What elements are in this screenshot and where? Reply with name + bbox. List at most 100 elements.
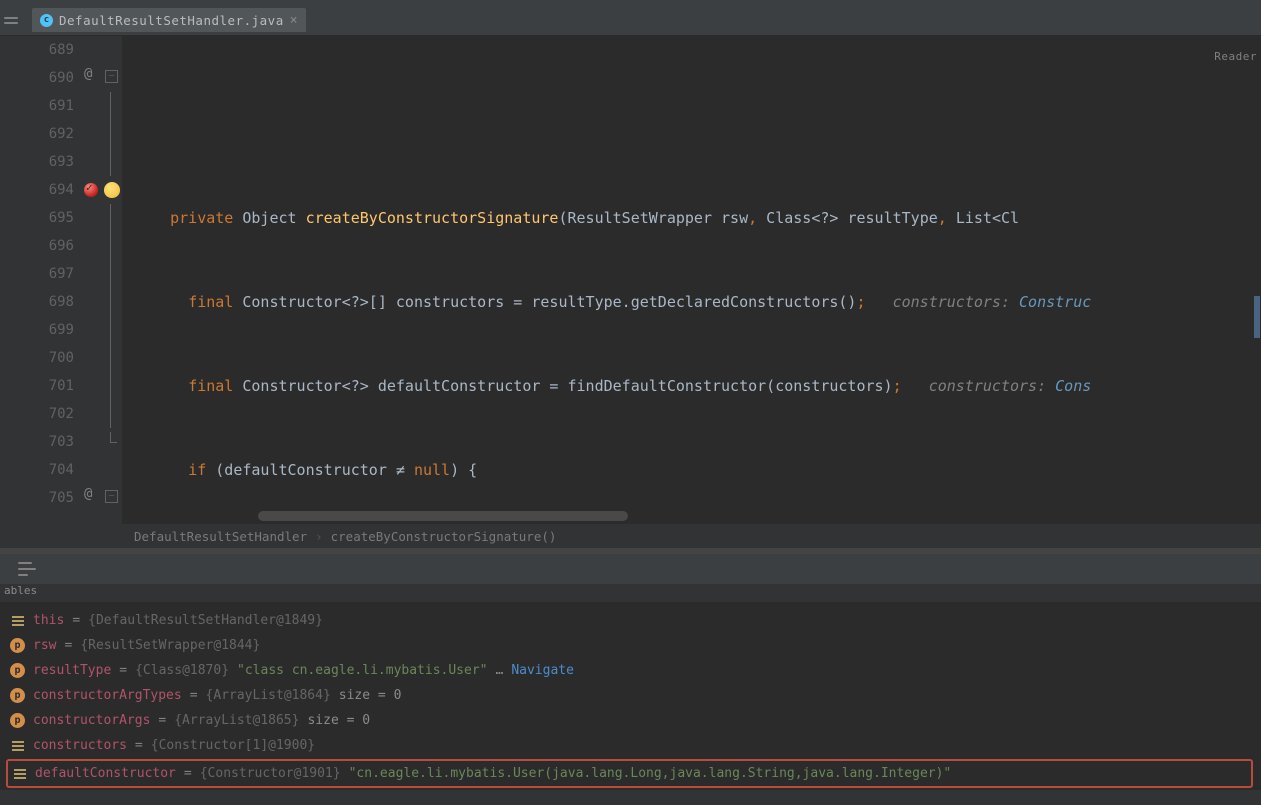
variables-panel[interactable]: this={DefaultResultSetHandler@1849}prsw=… (0, 602, 1261, 790)
equals-sign: = (158, 708, 166, 733)
parameter-icon: p (10, 663, 25, 678)
horizontal-scrollbar[interactable] (258, 511, 628, 521)
variable-value: "cn.eagle.li.mybatis.User(java.lang.Long… (349, 761, 952, 786)
line-number: 689 (14, 36, 74, 64)
line-number: 699 (14, 316, 74, 344)
field-icon (12, 766, 27, 781)
variable-value: "class cn.eagle.li.mybatis.User" (237, 658, 487, 683)
override-icon: @ (84, 66, 92, 82)
parameter-icon: p (10, 713, 25, 728)
fold-guide (110, 120, 111, 148)
fold-guide (110, 316, 111, 344)
fold-guide (110, 92, 111, 120)
line-number: 690 (14, 64, 74, 92)
variable-type: {ArrayList@1864} (206, 683, 331, 708)
breadcrumb-method[interactable]: createByConstructorSignature() (331, 529, 557, 544)
variable-row[interactable]: this={DefaultResultSetHandler@1849} (2, 608, 1259, 633)
variable-row[interactable]: p constructorArgs = {ArrayList@1865} size =… (2, 708, 1259, 733)
line-number: 697 (14, 260, 74, 288)
tab-filename: DefaultResultSetHandler.java (59, 13, 284, 28)
scroll-minimap[interactable] (1253, 71, 1261, 559)
variable-type: {Constructor@1901} (200, 761, 341, 786)
code-line (122, 120, 1261, 148)
code-area[interactable]: Reader private Object createByConstructo… (122, 36, 1261, 524)
variable-name: constructorArgTypes (33, 683, 182, 708)
code-line: if (defaultConstructor ≠ null) { (122, 456, 1261, 484)
variable-row[interactable]: constructors = {Constructor[1]@1900} (2, 733, 1259, 758)
line-number: 694 (14, 176, 74, 204)
variable-type: {ResultSetWrapper@1844} (80, 633, 260, 658)
parameter-icon: p (10, 638, 25, 653)
variable-row[interactable]: presultType={Class@1870} "class cn.eagle… (2, 658, 1259, 683)
variable-name: rsw (33, 633, 56, 658)
line-number: 703 (14, 428, 74, 456)
editor-tab-bar[interactable]: c DefaultResultSetHandler.java × (0, 5, 1261, 36)
code-editor[interactable]: 689 690 691 692 693 694 695 696 697 698 … (0, 36, 1261, 524)
line-number: 704 (14, 456, 74, 484)
parameter-icon: p (10, 688, 25, 703)
menu-icon[interactable] (4, 11, 22, 29)
code-line: private Object createByConstructorSignat… (122, 204, 1261, 232)
variable-name: constructorArgs (33, 708, 150, 733)
line-number: 695 (14, 204, 74, 232)
variable-name: defaultConstructor (35, 761, 176, 786)
file-tab[interactable]: c DefaultResultSetHandler.java × (32, 8, 306, 32)
breadcrumb[interactable]: DefaultResultSetHandler › createByConstr… (0, 524, 1261, 548)
fold-guide (110, 288, 111, 316)
line-number: 705 (14, 484, 74, 512)
field-icon (10, 613, 25, 628)
ide-window: c DefaultResultSetHandler.java × 689 690… (0, 0, 1261, 805)
variable-name: resultType (33, 658, 111, 683)
fold-guide (110, 232, 111, 260)
navigate-link[interactable]: Navigate (511, 658, 574, 683)
reader-mode-badge[interactable]: Reader (1214, 43, 1257, 71)
chevron-right-icon: › (315, 529, 323, 544)
left-margin (0, 36, 14, 524)
variable-type: {Class@1870} (135, 658, 229, 683)
debug-toolbar[interactable] (0, 554, 1261, 584)
variables-panel-header: ables (0, 584, 1261, 602)
breadcrumb-class[interactable]: DefaultResultSetHandler (134, 529, 307, 544)
intention-bulb-icon[interactable] (104, 182, 120, 198)
close-icon[interactable]: × (290, 13, 298, 28)
fold-guide (110, 344, 111, 372)
line-number: 692 (14, 120, 74, 148)
variable-value: size = 0 (339, 683, 402, 708)
fold-guide (110, 400, 111, 428)
equals-sign: = (190, 683, 198, 708)
override-icon: @ (84, 486, 92, 502)
breakpoint-column[interactable]: @ @ (80, 36, 102, 524)
scrollbar-thumb[interactable] (1254, 296, 1260, 338)
variable-row[interactable]: defaultConstructor={Constructor@1901} "c… (6, 759, 1253, 788)
code-line: final Constructor<?>[] constructors = re… (122, 288, 1261, 316)
code-line: final Constructor<?> defaultConstructor … (122, 372, 1261, 400)
fold-toggle-icon[interactable]: – (105, 70, 118, 83)
variable-row[interactable]: p constructorArgTypes = {ArrayList@1864} si… (2, 683, 1259, 708)
fold-end-icon (110, 432, 117, 443)
variable-type: {DefaultResultSetHandler@1849} (88, 608, 323, 633)
fold-guide (110, 372, 111, 400)
fold-guide (110, 148, 111, 176)
variable-name: constructors (33, 733, 127, 758)
variable-type: {ArrayList@1865} (174, 708, 299, 733)
variable-value: size = 0 (307, 708, 370, 733)
fold-column[interactable]: – – (102, 36, 122, 524)
line-number: 700 (14, 344, 74, 372)
line-number: 696 (14, 232, 74, 260)
equals-sign: = (135, 733, 143, 758)
line-number: 702 (14, 400, 74, 428)
line-number-gutter: 689 690 691 692 693 694 695 696 697 698 … (14, 36, 80, 524)
line-number: 691 (14, 92, 74, 120)
fold-guide (110, 204, 111, 232)
equals-sign: = (64, 633, 72, 658)
variable-name: this (33, 608, 64, 633)
line-number: 698 (14, 288, 74, 316)
line-number: 693 (14, 148, 74, 176)
variables-view-icon[interactable] (18, 562, 40, 576)
variable-type: {Constructor[1]@1900} (151, 733, 315, 758)
fold-guide (110, 260, 111, 288)
fold-toggle-icon[interactable]: – (105, 490, 118, 503)
field-icon (10, 738, 25, 753)
breakpoint-icon[interactable] (84, 183, 98, 197)
variable-row[interactable]: prsw = {ResultSetWrapper@1844} (2, 633, 1259, 658)
